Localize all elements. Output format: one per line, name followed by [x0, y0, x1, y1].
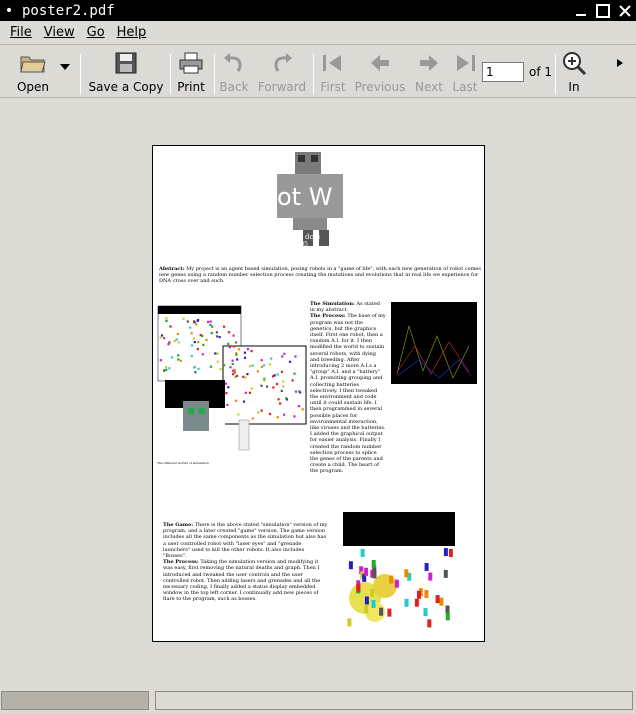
- save-copy-button[interactable]: Save a Copy: [88, 50, 164, 96]
- arrow-right-icon: [417, 50, 441, 76]
- open-button[interactable]: Open: [12, 50, 54, 96]
- open-recent-dropdown[interactable]: [56, 50, 74, 96]
- status-bar: [0, 690, 636, 714]
- menu-help[interactable]: Help: [111, 25, 153, 40]
- simulation-collage-image: [157, 305, 307, 451]
- last-page-icon: [453, 50, 477, 76]
- redo-arrow-icon: [270, 50, 294, 76]
- arrow-left-icon: [368, 50, 392, 76]
- menu-view[interactable]: View: [38, 25, 81, 40]
- menu-file[interactable]: File: [4, 25, 38, 40]
- poster-author: dchi: [305, 233, 321, 241]
- collage-caption: The different worlds of simulation: [157, 461, 209, 465]
- pdf-page: ot W dchi 200 05 Abstract: My project is…: [152, 145, 485, 642]
- folder-icon: [19, 50, 47, 76]
- undo-arrow-icon: [222, 50, 246, 76]
- game-paragraph: The Game: There is the above stated "sim…: [163, 522, 328, 603]
- page-count-label: of 1: [529, 65, 553, 79]
- printer-icon: [178, 50, 204, 76]
- first-page-icon: [321, 50, 345, 76]
- abstract-paragraph: Abstract: My project is an agent based s…: [159, 266, 481, 285]
- last-page-button[interactable]: Last: [450, 50, 480, 96]
- maximize-icon[interactable]: [592, 0, 614, 21]
- status-progress: [1, 691, 149, 710]
- menu-go[interactable]: Go: [81, 25, 111, 40]
- graph-screenshot-image: [391, 302, 477, 384]
- chevron-down-icon: [59, 50, 71, 76]
- page-number-input[interactable]: [482, 62, 524, 82]
- toolbar-overflow-button[interactable]: [612, 50, 628, 96]
- poster-date: 200 05: [287, 241, 308, 248]
- next-page-button[interactable]: Next: [412, 50, 446, 96]
- window-titlebar: • poster2.pdf: [0, 0, 636, 21]
- status-message: [155, 691, 633, 710]
- forward-button[interactable]: Forward: [256, 50, 308, 96]
- zoom-in-icon: [561, 50, 587, 76]
- simulation-paragraph: The Simulation: As stated in my abstract…: [310, 301, 386, 475]
- menu-bar: File View Go Help: [0, 21, 636, 45]
- print-button[interactable]: Print: [174, 50, 208, 96]
- document-viewport[interactable]: ot W dchi 200 05 Abstract: My project is…: [0, 99, 636, 689]
- poster-title: ot W: [277, 183, 333, 211]
- zoom-in-button[interactable]: In: [560, 50, 588, 96]
- previous-page-button[interactable]: Previous: [352, 50, 408, 96]
- close-icon[interactable]: [614, 0, 636, 21]
- chevron-right-icon: [615, 50, 625, 76]
- window-title: poster2.pdf: [22, 2, 115, 19]
- first-page-button[interactable]: First: [316, 50, 350, 96]
- window-menu-icon[interactable]: •: [0, 0, 18, 21]
- back-button[interactable]: Back: [216, 50, 252, 96]
- floppy-disk-icon: [114, 50, 138, 76]
- minimize-icon[interactable]: [570, 0, 592, 21]
